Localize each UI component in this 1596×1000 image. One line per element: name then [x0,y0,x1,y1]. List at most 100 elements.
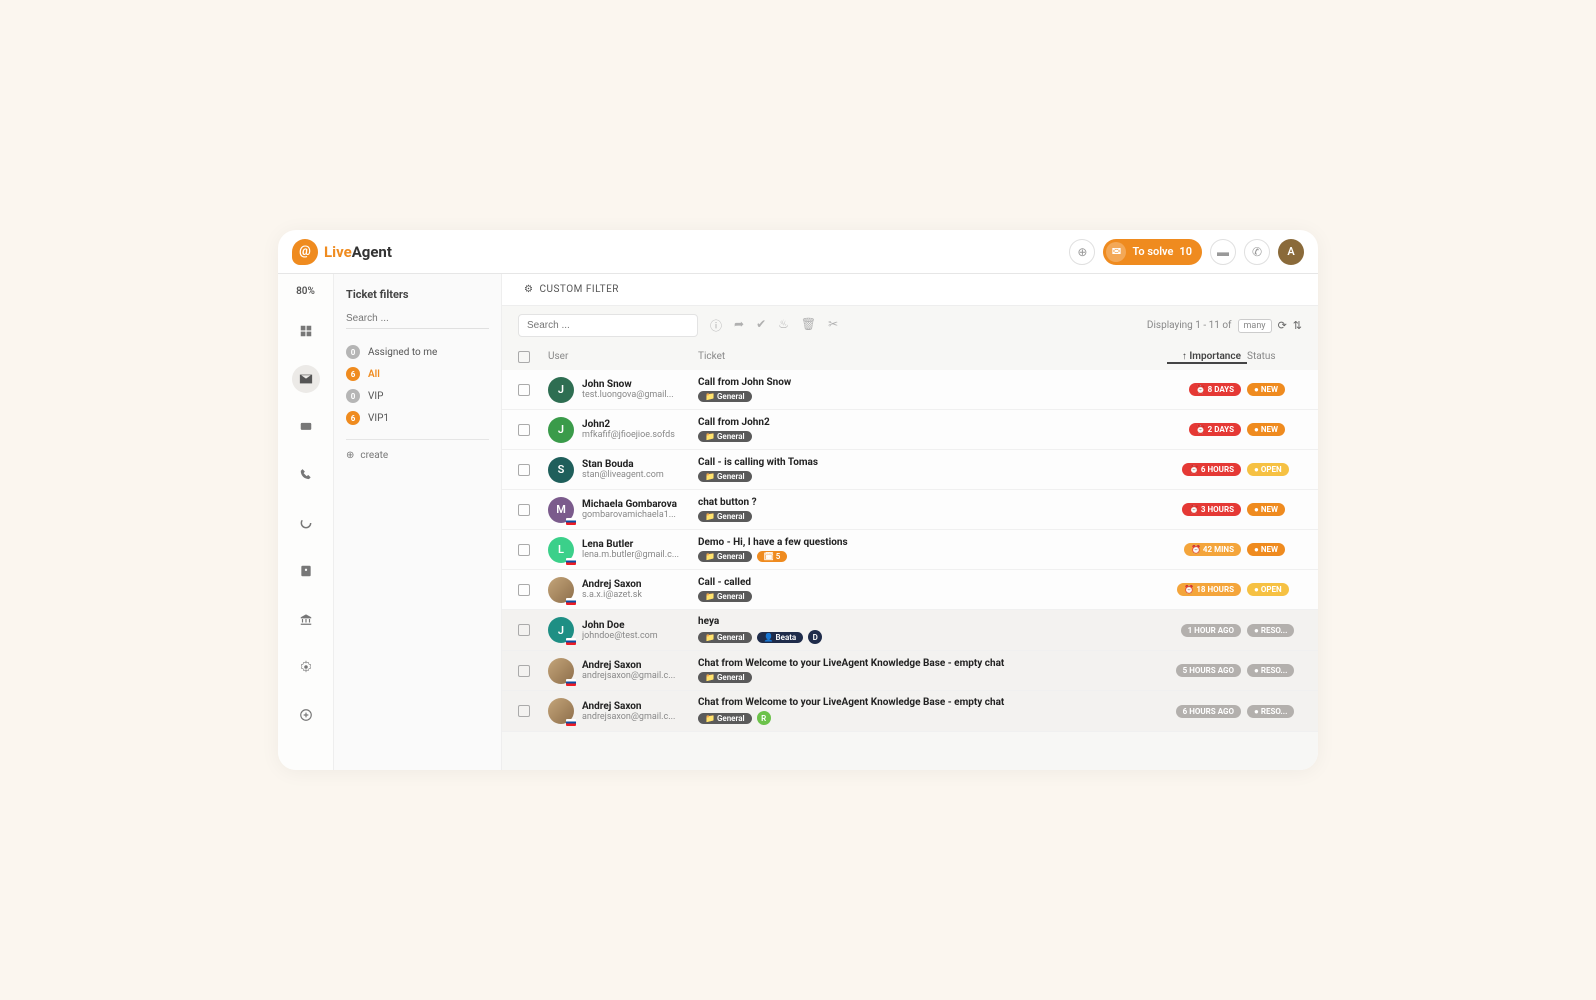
filter-label: VIP [368,391,383,402]
ticket-row[interactable]: JJohn Doejohndoe@test.comheya📁 General👤 … [502,610,1318,651]
user-email: lena.m.butler@gmail.c... [582,550,679,560]
settings-nav-icon[interactable] [292,653,320,681]
select-all-checkbox[interactable] [518,351,530,363]
tag-green: R [757,711,771,725]
forward-icon[interactable]: ➦ [734,317,744,334]
mail-icon: ✉ [1106,242,1126,262]
filter-item-vip[interactable]: 0VIP [346,385,489,407]
filter-item-vip1[interactable]: 6VIP1 [346,407,489,429]
user-avatar[interactable]: A [1278,239,1304,265]
filter-item-assigned-to-me[interactable]: 0Assigned to me [346,341,489,363]
importance-pill: ⏰ 42 MINS [1184,543,1241,556]
ticket-rows[interactable]: JJohn Snowtest.luongova@gmail...Call fro… [502,370,1318,770]
add-button[interactable]: ⊕ [1069,239,1095,265]
ticket-search-input[interactable] [518,314,698,337]
ticket-tags: 📁 General [698,672,1167,683]
tag-general: 📁 General [698,591,752,602]
ticket-row[interactable]: Andrej Saxonandrejsaxon@gmail.c...Chat f… [502,691,1318,732]
app-window: @ LiveAgent ⊕ ✉ To solve 10 ▬ ✆ A 80% [278,230,1318,770]
user-email: andrejsaxon@gmail.c... [582,671,675,681]
row-checkbox[interactable] [518,504,530,516]
ticket-title: Call from John2 [698,417,1167,428]
user-name: Andrej Saxon [582,579,642,590]
ticket-title: Call from John Snow [698,377,1167,388]
to-solve-button[interactable]: ✉ To solve 10 [1103,239,1202,265]
row-checkbox[interactable] [518,544,530,556]
ticket-title: Call - called [698,577,1167,588]
logo-text-live: Live [324,243,352,261]
chat-header-button[interactable]: ▬ [1210,239,1236,265]
status-pill: ● NEW [1247,383,1285,396]
filter-label: All [368,369,380,380]
ticket-row[interactable]: LLena Butlerlena.m.butler@gmail.c...Demo… [502,530,1318,570]
status-pill: ● NEW [1247,543,1285,556]
row-checkbox[interactable] [518,584,530,596]
flag-badge-icon [566,518,576,525]
create-filter-button[interactable]: ⊕ create [346,450,489,461]
row-checkbox[interactable] [518,464,530,476]
ticket-row[interactable]: Andrej Saxonandrejsaxon@gmail.c...Chat f… [502,651,1318,691]
ticket-row[interactable]: JJohn2mfkafif@jfioejioe.sofdsCall from J… [502,410,1318,450]
create-label: create [360,450,388,461]
refresh-icon[interactable]: ⟳ [1278,319,1287,332]
gear-icon: ⚙ [524,284,533,295]
ticket-row[interactable]: JJohn Snowtest.luongova@gmail...Call fro… [502,370,1318,410]
filter-item-all[interactable]: 6All [346,363,489,385]
filter-count-badge: 0 [346,345,360,359]
phone-header-button[interactable]: ✆ [1244,239,1270,265]
check-icon[interactable]: ✔ [756,317,766,334]
col-importance[interactable]: ↑ Importance [1167,351,1247,364]
ticket-tags: 📁 General [698,431,1167,442]
importance-pill: ⏰ 6 HOURS [1182,463,1241,476]
importance-pill: 5 HOURS AGO [1176,664,1241,677]
header-controls: ⊕ ✉ To solve 10 ▬ ✆ A [1069,239,1304,265]
status-pill: ● RESO... [1247,624,1294,637]
importance-pill: 1 HOUR AGO [1181,624,1241,637]
row-checkbox[interactable] [518,384,530,396]
user-avatar-icon [548,658,574,684]
ticket-row[interactable]: SStan Boudastan@liveagent.comCall - is c… [502,450,1318,490]
user-avatar-icon: L [548,537,574,563]
left-nav-rail: 80% [278,274,334,770]
row-checkbox[interactable] [518,424,530,436]
ticket-tags: 📁 General [698,391,1167,402]
logo: @ LiveAgent [292,239,392,265]
many-box[interactable]: many [1238,319,1272,333]
ticket-row[interactable]: Andrej Saxons.a.x.i@azet.skCall - called… [502,570,1318,610]
bank-nav-icon[interactable] [292,605,320,633]
filter-label: VIP1 [368,413,389,424]
status-pill: ● RESO... [1247,705,1294,718]
tag-general: 📁 General [698,713,752,724]
contacts-nav-icon[interactable] [292,557,320,585]
info-icon[interactable]: ⓘ [710,317,722,334]
main-content: ⚙ CUSTOM FILTER ⓘ ➦ ✔ ♨ 🗑 ✂ Displaying 1… [502,274,1318,770]
phone-nav-icon[interactable] [292,461,320,489]
row-checkbox[interactable] [518,624,530,636]
filters-search-input[interactable] [346,309,489,329]
plus-nav-icon[interactable] [292,701,320,729]
filter-toggle-icon[interactable]: ⇅ [1293,319,1302,332]
row-checkbox[interactable] [518,665,530,677]
col-ticket[interactable]: Ticket [698,351,1167,364]
user-email: stan@liveagent.com [582,470,664,480]
loading-nav-icon[interactable] [292,509,320,537]
row-checkbox[interactable] [518,705,530,717]
ticket-tags: 📁 General [698,591,1167,602]
dashboard-icon[interactable] [292,317,320,345]
user-name: John Doe [582,620,658,631]
col-user[interactable]: User [548,351,698,364]
status-pill: ● OPEN [1247,463,1289,476]
filters-panel: Ticket filters 0Assigned to me6All0VIP6V… [334,274,502,770]
filters-title: Ticket filters [346,288,489,301]
chat-nav-icon[interactable] [292,413,320,441]
ticket-row[interactable]: MMichaela Gombarovagombarovamichaela1...… [502,490,1318,530]
user-name: John2 [582,419,675,430]
tag-general: 📁 General [698,551,752,562]
clear-icon[interactable]: ✂ [828,317,838,334]
mail-nav-icon[interactable] [292,365,320,393]
trash-icon[interactable]: 🗑 [801,317,816,334]
user-name: Lena Butler [582,539,679,550]
fire-icon[interactable]: ♨ [778,317,789,334]
custom-filter-bar[interactable]: ⚙ CUSTOM FILTER [502,274,1318,306]
col-status[interactable]: Status [1247,351,1302,364]
